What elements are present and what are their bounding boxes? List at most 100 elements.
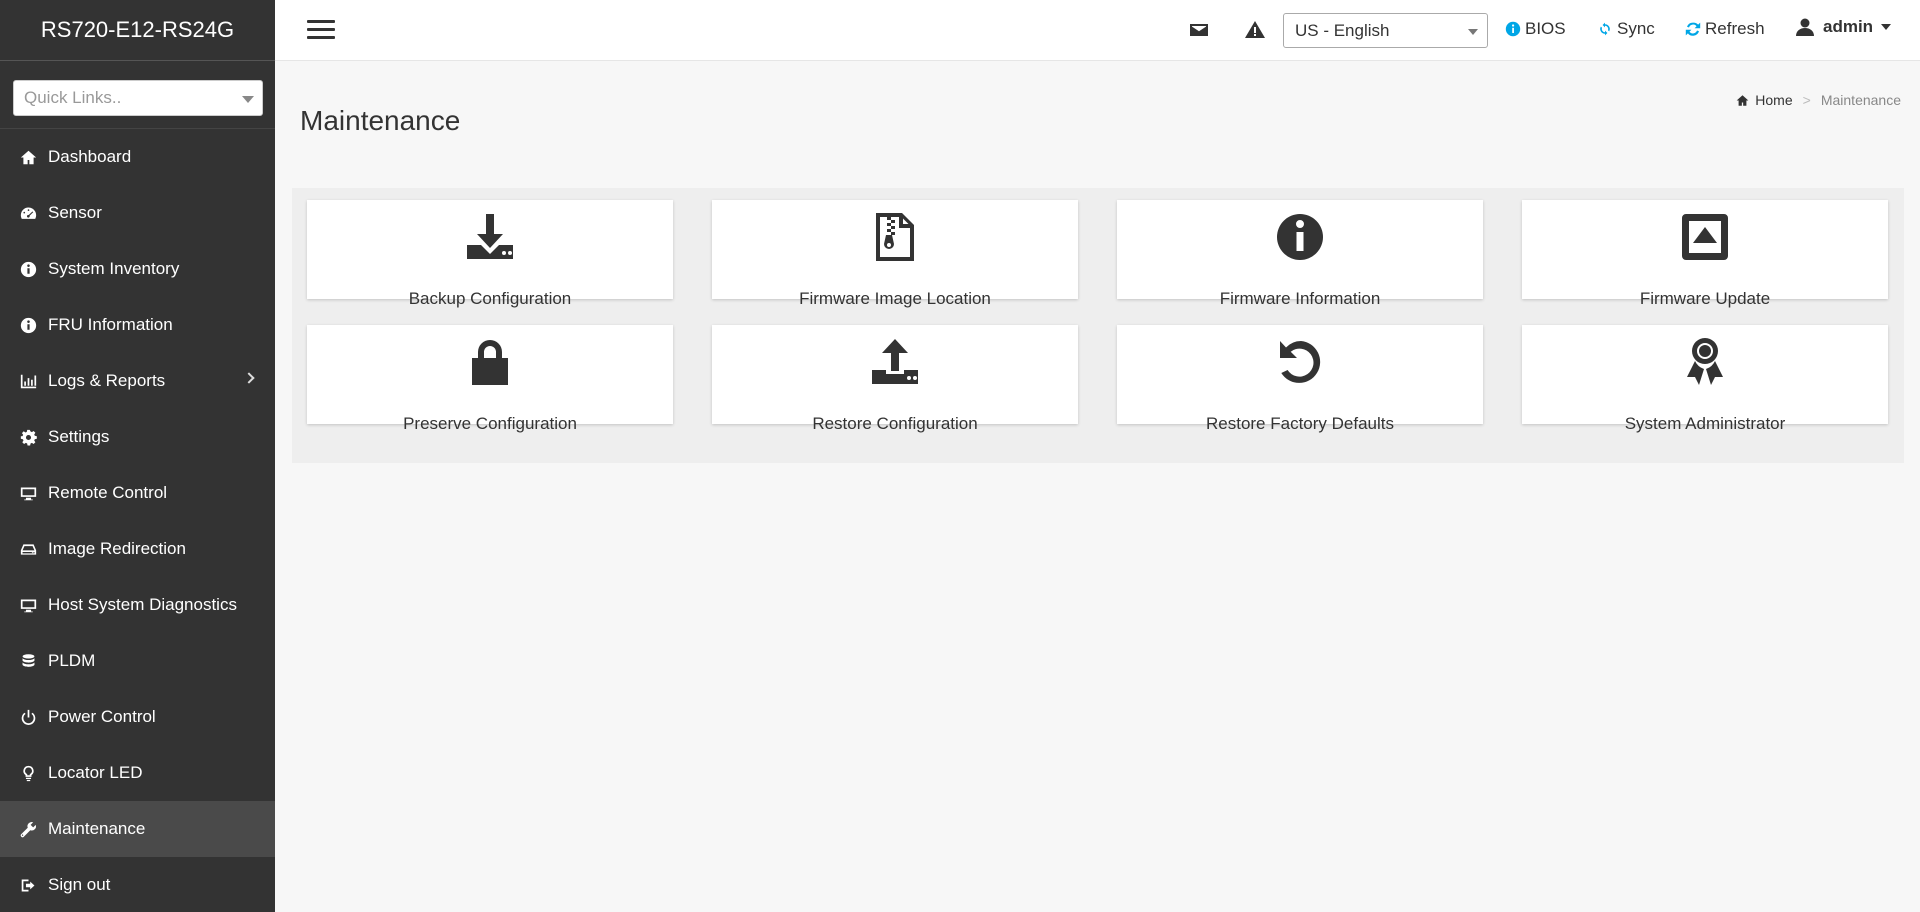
info-circle-icon xyxy=(19,316,37,334)
sidebar-item-label: Host System Diagnostics xyxy=(48,595,237,614)
sidebar-item-label: Remote Control xyxy=(48,483,168,502)
tile-label: Restore Configuration xyxy=(812,414,978,433)
refresh-link[interactable]: Refresh xyxy=(1685,19,1765,39)
sidebar-item-label: Sensor xyxy=(48,203,102,222)
quick-links-wrapper: Quick Links.. xyxy=(0,61,275,129)
sidebar-item-label: Power Control xyxy=(48,707,156,726)
sidebar-nav: Dashboard Sensor System Inventory FRU In… xyxy=(0,129,275,912)
chevron-right-icon xyxy=(243,372,255,384)
refresh-label: Refresh xyxy=(1705,19,1765,38)
sidebar-item-label: System Inventory xyxy=(48,259,180,278)
monitor-icon xyxy=(19,596,37,614)
sidebar-item-settings[interactable]: Settings xyxy=(0,409,275,465)
sidebar-item-pldm[interactable]: PLDM xyxy=(0,633,275,689)
sign-out-icon xyxy=(19,876,37,894)
user-icon xyxy=(1796,18,1814,36)
home-icon xyxy=(1736,94,1749,106)
breadcrumb-home-label: Home xyxy=(1755,92,1793,108)
sidebar-item-label: Logs & Reports xyxy=(48,371,166,390)
sidebar-item-label: Maintenance xyxy=(48,819,146,838)
sidebar-item-sensor[interactable]: Sensor xyxy=(0,185,275,241)
tile-firmware-information[interactable]: Firmware Information xyxy=(1117,200,1483,308)
info-circle-icon xyxy=(1505,21,1521,37)
power-icon xyxy=(19,708,37,726)
user-menu[interactable]: admin xyxy=(1795,17,1892,37)
sidebar-item-system-inventory[interactable]: System Inventory xyxy=(0,241,275,297)
sidebar-item-power-control[interactable]: Power Control xyxy=(0,689,275,745)
tile-firmware-update[interactable]: Firmware Update xyxy=(1522,200,1888,308)
award-ribbon-icon xyxy=(1522,335,1888,389)
sidebar-item-locator-led[interactable]: Locator LED xyxy=(0,745,275,801)
envelope-icon[interactable] xyxy=(1189,20,1211,42)
tile-label: System Administrator xyxy=(1624,414,1786,433)
breadcrumb-separator: > xyxy=(1802,92,1811,108)
tile-firmware-image-location[interactable]: Firmware Image Location xyxy=(712,200,1078,308)
breadcrumb-home[interactable]: Home xyxy=(1736,92,1793,108)
quick-links-select[interactable]: Quick Links.. xyxy=(13,80,263,116)
tile-backup-configuration[interactable]: Backup Configuration xyxy=(307,200,673,308)
sidebar-item-logs-reports[interactable]: Logs & Reports xyxy=(0,353,275,409)
sidebar-item-image-redirection[interactable]: Image Redirection xyxy=(0,521,275,577)
eject-square-icon xyxy=(1522,210,1888,264)
warning-icon[interactable] xyxy=(1245,20,1267,42)
wrench-icon xyxy=(19,820,37,838)
sidebar-item-label: Locator LED xyxy=(48,763,143,782)
tile-label: Preserve Configuration xyxy=(403,414,577,433)
zip-file-icon xyxy=(712,210,1078,264)
sync-icon xyxy=(1600,22,1610,36)
bios-link[interactable]: BIOS xyxy=(1505,19,1566,39)
maintenance-panel: Backup Configuration Firmware Image Loca… xyxy=(292,188,1904,463)
info-circle-icon xyxy=(1117,210,1483,264)
page-title: Maintenance xyxy=(300,105,461,136)
language-select[interactable]: US - English xyxy=(1283,13,1488,48)
sidebar-item-dashboard[interactable]: Dashboard xyxy=(0,129,275,185)
sidebar-item-label: Dashboard xyxy=(48,147,132,166)
tile-label: Restore Factory Defaults xyxy=(1205,414,1394,433)
tile-preserve-configuration[interactable]: Preserve Configuration xyxy=(307,325,673,433)
sidebar-item-label: Image Redirection xyxy=(48,539,186,558)
user-name: admin xyxy=(1823,17,1874,36)
info-circle-icon xyxy=(19,260,37,278)
gear-icon xyxy=(19,428,37,446)
bar-chart-icon xyxy=(19,372,37,390)
tile-system-administrator[interactable]: System Administrator xyxy=(1522,325,1888,433)
tile-label: Firmware Image Location xyxy=(799,289,991,308)
database-icon xyxy=(19,652,37,670)
monitor-icon xyxy=(19,484,37,502)
chevron-down-icon xyxy=(1468,29,1478,35)
upload-tray-icon xyxy=(712,335,1078,389)
sidebar-item-remote-control[interactable]: Remote Control xyxy=(0,465,275,521)
dashboard-gauge-icon xyxy=(19,204,37,222)
tile-restore-configuration[interactable]: Restore Configuration xyxy=(712,325,1078,433)
breadcrumb-current: Maintenance xyxy=(1820,92,1901,108)
tile-restore-factory-defaults[interactable]: Restore Factory Defaults xyxy=(1117,325,1483,433)
sidebar-item-maintenance[interactable]: Maintenance xyxy=(0,801,275,857)
chevron-down-icon xyxy=(1881,24,1892,30)
sidebar-item-fru-information[interactable]: FRU Information xyxy=(0,297,275,353)
home-icon xyxy=(19,148,37,166)
hamburger-menu-icon[interactable] xyxy=(307,20,335,40)
chevron-down-icon xyxy=(242,96,254,103)
sidebar-item-label: Settings xyxy=(48,427,110,446)
undo-icon xyxy=(1117,335,1483,389)
quick-links-placeholder: Quick Links.. xyxy=(24,88,122,107)
refresh-icon xyxy=(1685,22,1701,36)
breadcrumb: Home > Maintenance xyxy=(1736,92,1901,108)
sidebar-item-label: Sign out xyxy=(48,875,111,894)
tile-label: Firmware Information xyxy=(1219,289,1381,308)
sidebar-item-sign-out[interactable]: Sign out xyxy=(0,857,275,912)
brand-title: RS720-E12-RS24G xyxy=(0,0,275,61)
sidebar-item-label: FRU Information xyxy=(48,315,173,334)
sync-label: Sync xyxy=(1617,19,1655,38)
sidebar: RS720-E12-RS24G Quick Links.. Dashboard … xyxy=(0,0,275,912)
drive-icon xyxy=(19,540,37,558)
top-header: US - English BIOS Sync Refresh admin xyxy=(275,0,1920,61)
lock-icon xyxy=(307,335,673,389)
download-tray-icon xyxy=(307,210,673,264)
bios-label: BIOS xyxy=(1525,19,1566,38)
language-value: US - English xyxy=(1295,20,1390,40)
sidebar-item-label: PLDM xyxy=(48,651,96,670)
sync-link[interactable]: Sync xyxy=(1597,19,1655,39)
sidebar-item-host-system-diagnostics[interactable]: Host System Diagnostics xyxy=(0,577,275,633)
tile-label: Firmware Update xyxy=(1639,289,1771,308)
